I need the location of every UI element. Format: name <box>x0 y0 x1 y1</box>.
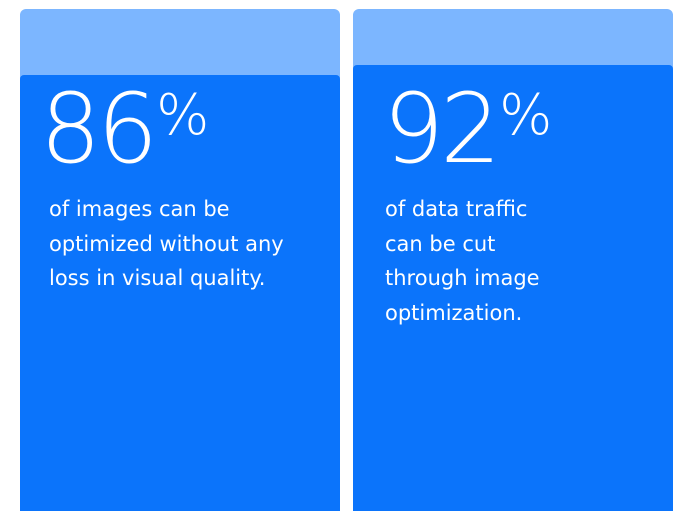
stat-description: of data traffic can be cut through image… <box>385 192 645 330</box>
description-line: optimization. <box>385 300 523 325</box>
description-line: of images can be <box>49 197 230 221</box>
description-line: loss in visual quality. <box>49 266 266 290</box>
description-line: through image <box>385 266 540 290</box>
stat-value: 92% <box>383 81 552 177</box>
description-line: optimized without any <box>49 231 284 256</box>
stat-value: 86% <box>40 81 209 177</box>
description-line: of data traffic <box>385 197 528 221</box>
percent-sign: % <box>499 83 553 148</box>
stat-number: 92 <box>383 73 501 185</box>
stat-description: of images can be optimized without any l… <box>49 192 319 296</box>
stat-number: 86 <box>40 73 158 185</box>
stat-card-traffic: 92% of data traffic can be cut through i… <box>353 9 673 511</box>
stat-card-images: 86% of images can be optimized without a… <box>20 9 340 511</box>
description-line: can be cut <box>385 231 496 256</box>
percent-sign: % <box>156 83 210 148</box>
